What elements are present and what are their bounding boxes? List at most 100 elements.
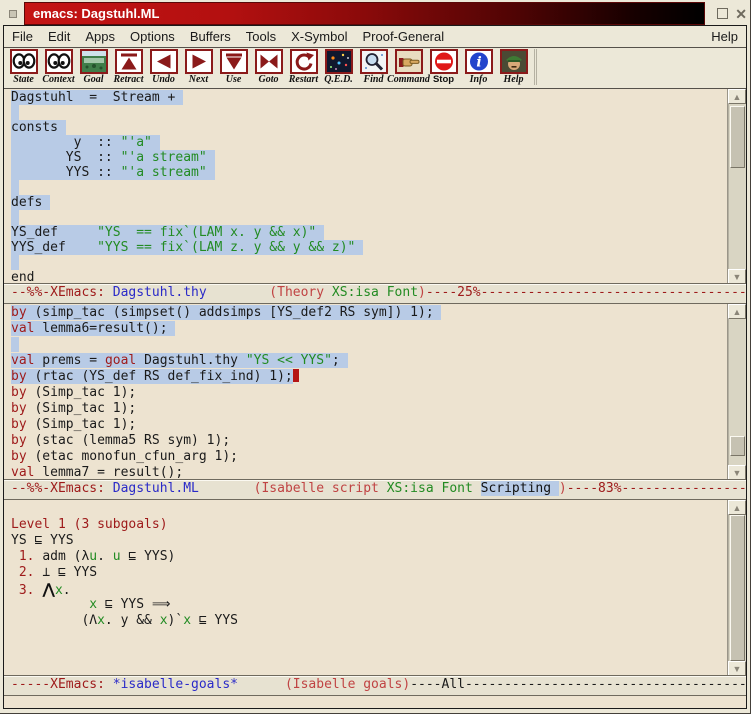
scrollbar-trough[interactable] — [728, 104, 746, 269]
menubar-items: File Edit Apps Options Buffers Tools X-Symbol P… — [12, 29, 459, 44]
toolbar-button-label: Stop — [433, 74, 454, 85]
toolbar-button-stop[interactable]: Stop — [426, 49, 461, 85]
processed-region-highlight: YS :: "'a stream" — [11, 150, 215, 165]
toolbar-button-label: Context — [42, 74, 74, 85]
text-segment: x — [183, 613, 191, 628]
text-segment: ⊥ ⊑ YYS — [42, 565, 97, 580]
theory-buffer[interactable]: Dagstuhl = Stream + consts y :: "'a" YS … — [4, 89, 727, 284]
scrollbar-goals[interactable]: ▲▼ — [727, 500, 746, 676]
modeline-segment: ----83%---------------------------------… — [567, 481, 746, 496]
retract-icon — [115, 49, 143, 74]
toolbar-button-qed[interactable]: Q.E.D. — [321, 49, 356, 85]
toolbar-button-context[interactable]: Context — [41, 49, 76, 85]
modeline-goals[interactable]: -----XEmacs: *isabelle-goals* (Isabelle … — [4, 676, 746, 696]
menu-item-edit[interactable]: Edit — [48, 29, 70, 44]
toolbar-button-find[interactable]: Find — [356, 49, 391, 85]
toolbar-button-label: Retract — [114, 74, 144, 85]
scrollbar-thumb[interactable] — [730, 515, 745, 661]
scrollbar-script[interactable]: ▲▼ — [727, 304, 746, 480]
scroll-down-icon[interactable]: ▼ — [728, 661, 746, 676]
title-row: emacs: Dagstuhl.ML ✕ — [3, 2, 747, 25]
processed-region-highlight: by (simp_tac (simpset() addsimps [YS_def… — [11, 305, 441, 320]
maximize-icon[interactable] — [717, 8, 728, 19]
toolbar-button-label: Q.E.D. — [324, 74, 353, 85]
scrollbar-thumb[interactable] — [730, 436, 745, 456]
text-segment: 2. — [11, 565, 42, 580]
scrollbar-trough[interactable] — [728, 319, 746, 465]
menu-item-options[interactable]: Options — [130, 29, 175, 44]
close-icon[interactable]: ✕ — [735, 9, 747, 19]
text-segment: YS ⊑ YYS — [11, 533, 74, 548]
buffer-line: YS ⊑ YYS — [11, 533, 727, 549]
buffer-line — [11, 337, 727, 353]
toolbar-button-undo[interactable]: Undo — [146, 49, 181, 85]
processed-region-highlight: by (rtac (YS_def RS def_fix_ind) 1); — [11, 369, 293, 384]
scrollbar-thumb[interactable] — [730, 106, 745, 169]
buffer-line: 1. adm (λu. u ⊑ YYS) — [11, 549, 727, 565]
toolbar-button-label: Command — [387, 74, 430, 85]
buffer-line — [11, 501, 727, 517]
goals-buffer[interactable]: Level 1 (3 subgoals)YS ⊑ YYS 1. adm (λu.… — [4, 500, 727, 676]
buffer-line — [11, 105, 727, 120]
scroll-up-icon[interactable]: ▲ — [728, 89, 746, 104]
processed-region-highlight: YS_def "YS == fix`(LAM x. y && x)" — [11, 225, 324, 240]
toolbar-button-restart[interactable]: Restart — [286, 49, 321, 85]
scroll-up-icon[interactable]: ▲ — [728, 500, 746, 515]
buffer-line: y :: "'a" — [11, 135, 727, 150]
info-icon: i — [465, 49, 493, 74]
window-menu-button[interactable] — [9, 10, 17, 18]
processed-region-highlight: YYS_def "YYS == fix`(LAM z. y && y && z)… — [11, 240, 363, 255]
text-segment: "'a stream" — [121, 150, 207, 165]
window-title: emacs: Dagstuhl.ML — [33, 6, 159, 21]
script-buffer[interactable]: by (simp_tac (simpset() addsimps [YS_def… — [4, 304, 727, 480]
text-segment: (rtac (YS_def RS def_fix_ind) 1); — [27, 369, 293, 384]
modeline-theory[interactable]: --%%-XEmacs: Dagstuhl.thy (Theory XS:isa… — [4, 284, 746, 304]
modeline-segment: ) — [418, 285, 426, 300]
modeline-segment: (Theory — [269, 285, 332, 300]
toolbar-button-goal[interactable]: Goal — [76, 49, 111, 85]
titlebar[interactable]: emacs: Dagstuhl.ML — [24, 2, 705, 25]
modeline-script[interactable]: --%%-XEmacs: Dagstuhl.ML (Isabelle scrip… — [4, 480, 746, 500]
theory-window: Dagstuhl = Stream + consts y :: "'a" YS … — [4, 89, 746, 284]
processed-region-highlight: Dagstuhl = Stream + — [11, 90, 183, 105]
menu-item-apps[interactable]: Apps — [85, 29, 115, 44]
scrollbar-theory[interactable]: ▲▼ — [727, 89, 746, 284]
text-segment: by — [11, 401, 27, 416]
use-icon — [220, 49, 248, 74]
toolbar-button-goto[interactable]: Goto — [251, 49, 286, 85]
toolbar-button-state[interactable]: State — [6, 49, 41, 85]
toolbar-button-next[interactable]: Next — [181, 49, 216, 85]
text-segment: lemma7 = result(); — [34, 465, 183, 480]
toolbar-button-use[interactable]: Use — [216, 49, 251, 85]
minibuffer[interactable] — [4, 696, 746, 708]
menu-item-tools[interactable]: Tools — [246, 29, 276, 44]
processed-region-highlight: val lemma6=result(); — [11, 321, 175, 336]
scroll-down-icon[interactable]: ▼ — [728, 269, 746, 284]
buffer-line: YS_def "YS == fix`(LAM x. y && x)" — [11, 225, 727, 240]
toolbar-button-info[interactable]: iInfo — [461, 49, 496, 85]
text-segment: ⊑ YYS) — [121, 549, 176, 564]
toolbar-button-retract[interactable]: Retract — [111, 49, 146, 85]
text-segment: defs — [11, 195, 42, 210]
toolbar-button-command[interactable]: Command — [391, 49, 426, 85]
modeline-segment: Scripting — [481, 481, 559, 496]
menu-item-proof-general[interactable]: Proof-General — [362, 29, 444, 44]
modeline-segment: (Isabelle script — [254, 481, 387, 496]
scrollbar-trough[interactable] — [728, 515, 746, 661]
app-frame: File Edit Apps Options Buffers Tools X-Symbol P… — [3, 25, 747, 709]
toolbar-button-help[interactable]: Help — [496, 49, 531, 85]
buffer-line: 2. ⊥ ⊑ YYS — [11, 565, 727, 581]
menu-item-x-symbol[interactable]: X-Symbol — [291, 29, 347, 44]
buffer-line: YYS :: "'a stream" — [11, 165, 727, 180]
scroll-up-icon[interactable]: ▲ — [728, 304, 746, 319]
text-segment: (stac (lemma5 RS sym) 1); — [27, 433, 231, 448]
text-segment: "YS == fix`(LAM x. y && x)" — [97, 225, 316, 240]
menu-item-file[interactable]: File — [12, 29, 33, 44]
help-portrait-icon — [500, 49, 528, 74]
text-segment: prems = — [34, 353, 104, 368]
scroll-down-icon[interactable]: ▼ — [728, 465, 746, 480]
menu-item-help[interactable]: Help — [711, 29, 738, 44]
buffer-line: x ⊑ YYS ⟹ — [11, 597, 727, 613]
text-segment: by — [11, 305, 27, 320]
menu-item-buffers[interactable]: Buffers — [190, 29, 231, 44]
